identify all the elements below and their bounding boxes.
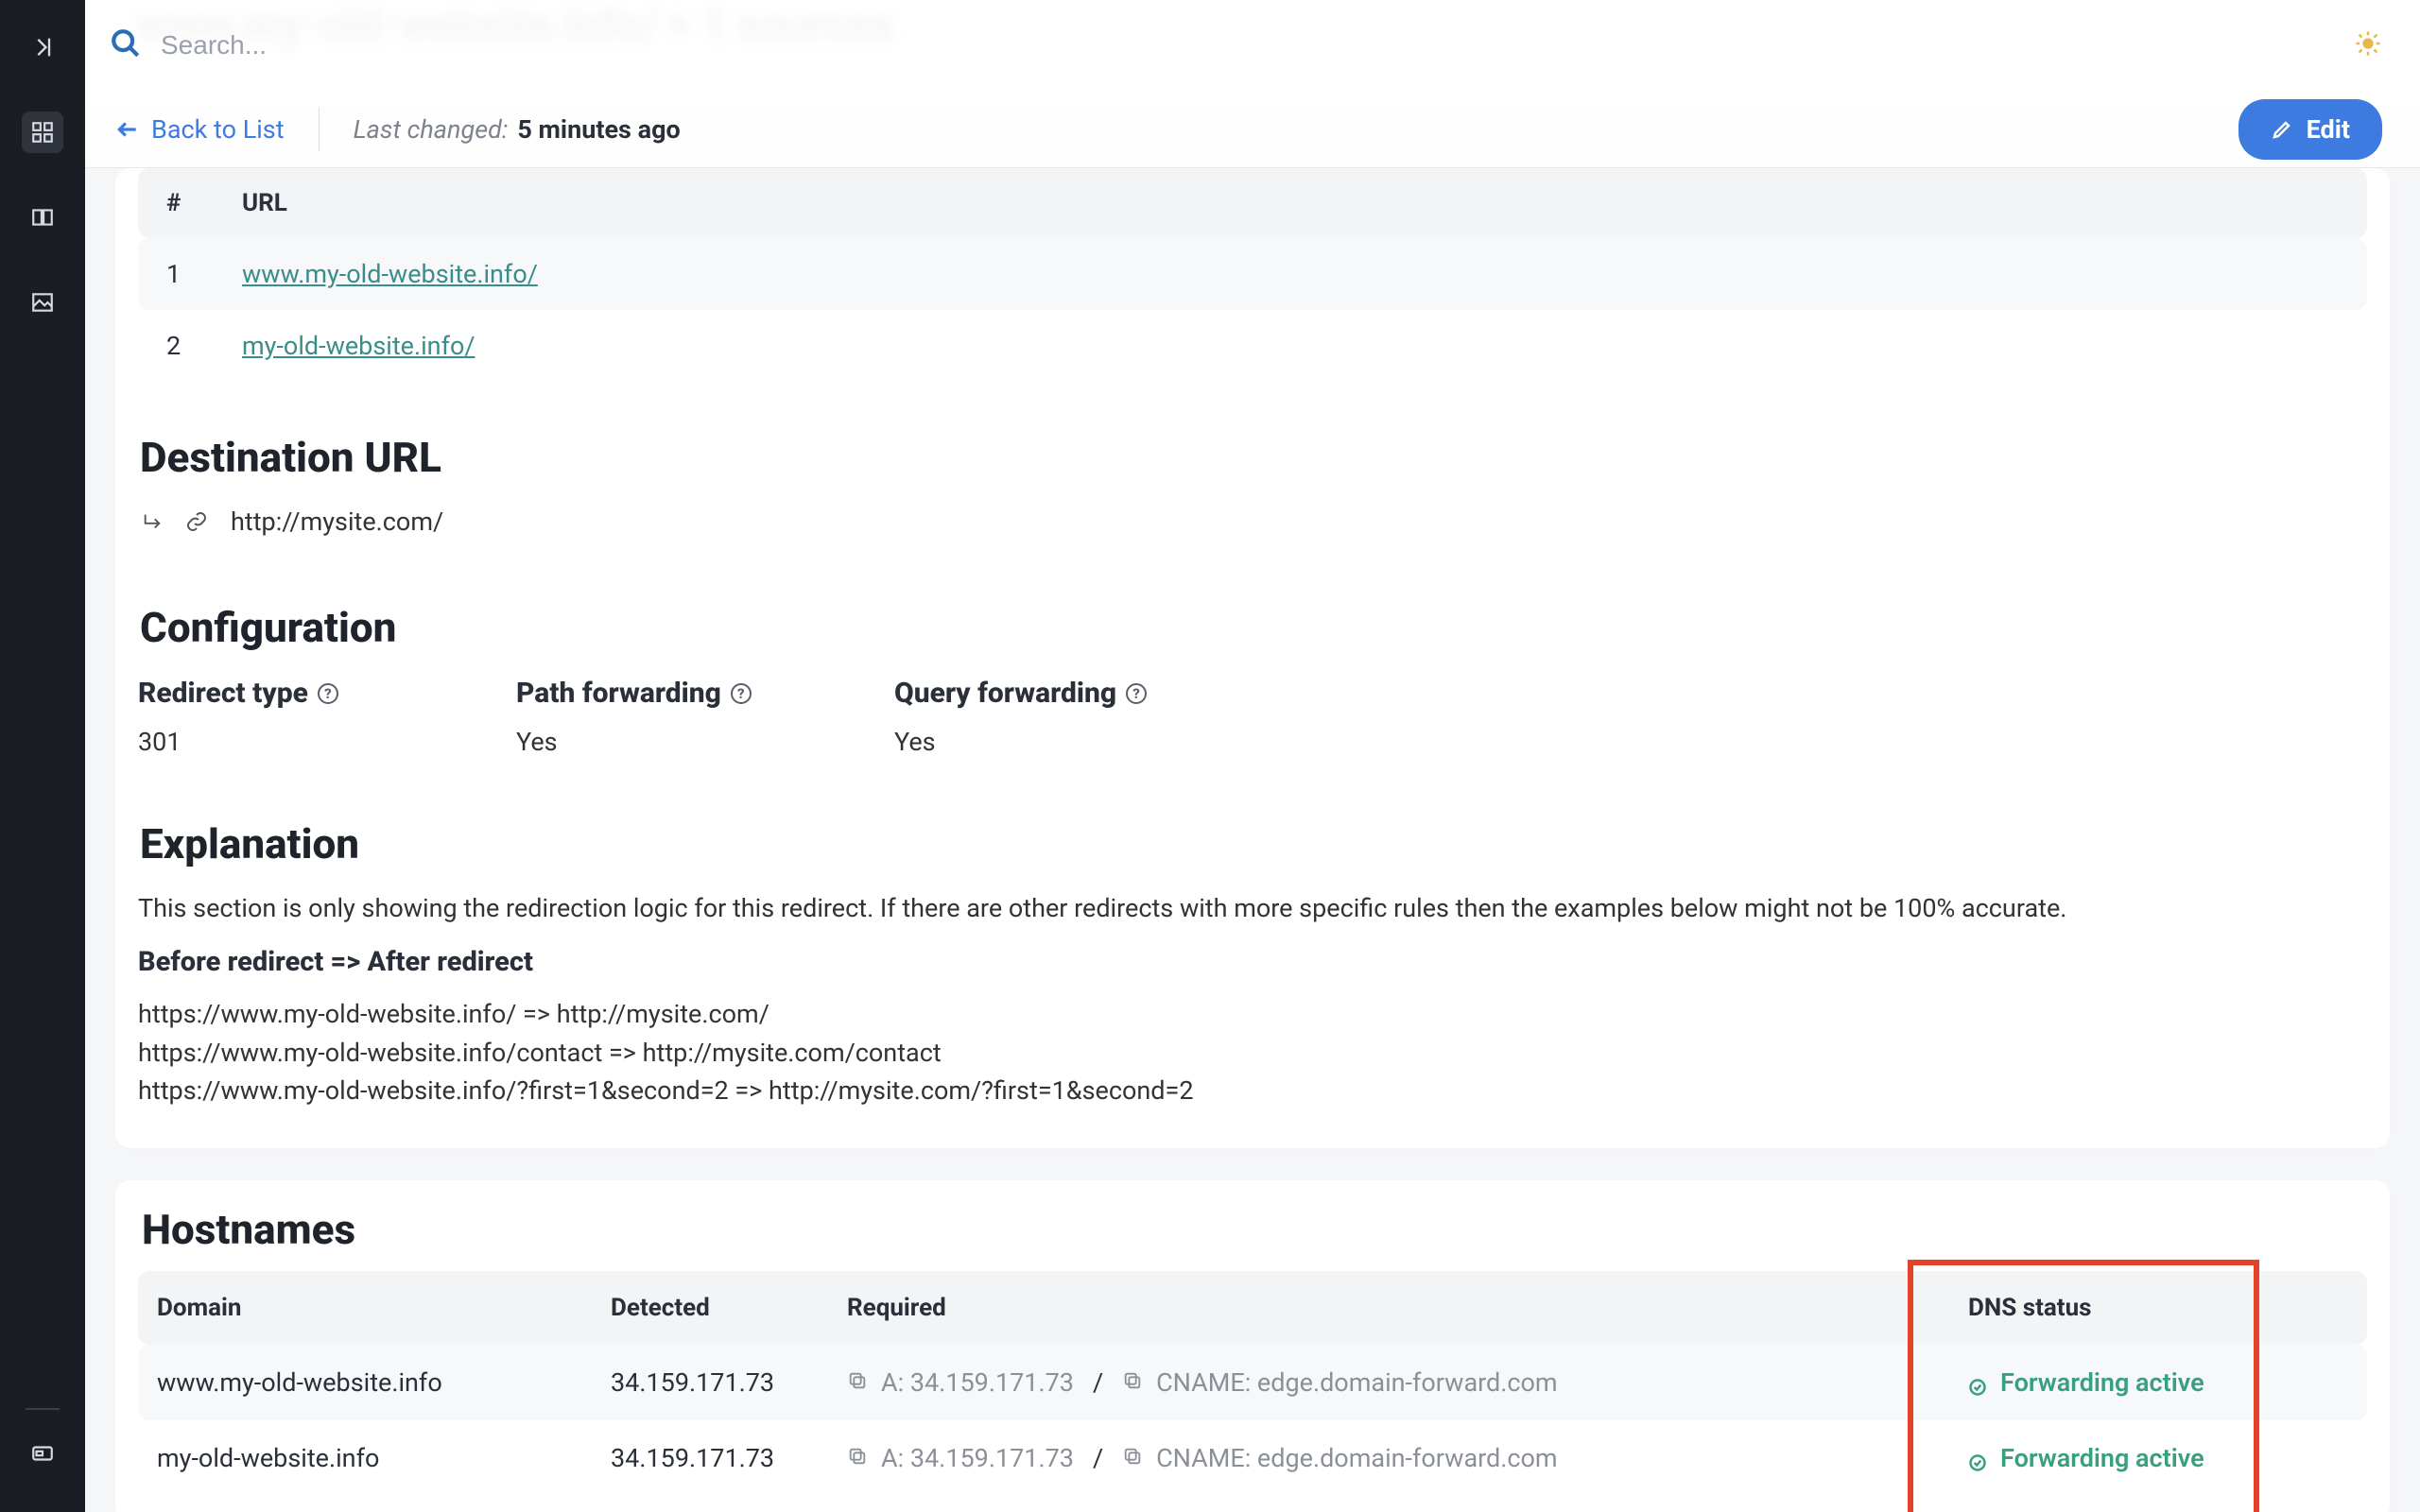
sun-icon xyxy=(2354,29,2382,58)
image-icon xyxy=(30,290,55,315)
hostnames-row: my-old-website.info 34.159.171.73 A: 34.… xyxy=(138,1420,2367,1496)
nav-images[interactable] xyxy=(22,282,63,323)
host-dns-status: Forwarding active xyxy=(1944,1367,2397,1398)
host-req-a: A: 34.159.171.73 xyxy=(881,1443,1074,1473)
slash: / xyxy=(1093,1443,1103,1473)
explanation-line: https://www.my-old-website.info/ => http… xyxy=(138,995,2367,1034)
explanation-intro: This section is only showing the redirec… xyxy=(138,893,2367,923)
configuration-title: Configuration xyxy=(138,603,2367,652)
hostnames-table-header: Domain Detected Required DNS status xyxy=(138,1271,2367,1345)
main-content: # URL 1 www.my-old-website.info/ 2 my-ol… xyxy=(85,0,2420,1512)
hostnames-col-domain: Domain xyxy=(157,1294,611,1322)
search-input[interactable] xyxy=(161,30,728,60)
nav-dashboard[interactable] xyxy=(22,112,63,153)
sources-row: 1 www.my-old-website.info/ xyxy=(138,238,2367,310)
back-to-list-label: Back to List xyxy=(151,114,285,145)
explanation-lines: https://www.my-old-website.info/ => http… xyxy=(138,995,2367,1110)
sources-row-url-link[interactable]: my-old-website.info/ xyxy=(242,331,2339,361)
explanation-line: https://www.my-old-website.info/contact … xyxy=(138,1034,2367,1073)
nav-divider xyxy=(26,1408,60,1410)
check-circle-icon xyxy=(1968,1449,1987,1468)
hostnames-card: Hostnames Domain Detected Required DNS s… xyxy=(115,1180,2390,1512)
config-value: 301 xyxy=(138,727,516,757)
host-req-cname: CNAME: edge.domain-forward.com xyxy=(1156,1367,1558,1398)
sources-row: 2 my-old-website.info/ xyxy=(138,310,2367,382)
host-detected: 34.159.171.73 xyxy=(611,1367,847,1398)
copy-icon[interactable] xyxy=(847,1367,868,1398)
pencil-icon xyxy=(2271,118,2293,141)
host-required: A: 34.159.171.73 / CNAME: edge.domain-fo… xyxy=(847,1367,1944,1398)
hostnames-col-required: Required xyxy=(847,1294,1944,1322)
search-icon[interactable] xyxy=(110,27,142,63)
host-domain: www.my-old-website.info xyxy=(157,1367,611,1398)
explanation-subheading: Before redirect => After redirect xyxy=(138,946,2367,978)
help-icon[interactable]: ? xyxy=(731,683,752,704)
host-dns-status: Forwarding active xyxy=(1944,1443,2397,1473)
nav-billing[interactable] xyxy=(22,1433,63,1474)
subbar: Back to List Last changed: 5 minutes ago… xyxy=(85,91,2420,168)
config-path-forwarding: Path forwarding? Yes xyxy=(516,677,894,757)
nav-docs[interactable] xyxy=(22,197,63,238)
book-icon xyxy=(30,205,55,230)
explanation-title: Explanation xyxy=(138,819,2367,868)
configuration-grid: Redirect type? 301 Path forwarding? Yes … xyxy=(138,677,2367,757)
sources-col-url: URL xyxy=(242,189,2339,217)
copy-icon[interactable] xyxy=(1122,1367,1143,1398)
config-value: Yes xyxy=(894,727,1272,757)
dashboard-icon xyxy=(30,120,55,145)
host-domain: my-old-website.info xyxy=(157,1443,611,1473)
back-to-list-link[interactable]: Back to List xyxy=(115,114,285,145)
chevron-right-bar-icon xyxy=(29,34,56,60)
sources-col-idx: # xyxy=(166,189,242,217)
host-req-a: A: 34.159.171.73 xyxy=(881,1367,1074,1398)
sources-row-url-link[interactable]: www.my-old-website.info/ xyxy=(242,259,2339,289)
host-dns-text: Forwarding active xyxy=(2000,1367,2204,1398)
config-redirect-type: Redirect type? 301 xyxy=(138,677,516,757)
hostnames-col-dns: DNS status xyxy=(1944,1294,2397,1322)
left-nav-rail xyxy=(0,0,85,1512)
copy-icon[interactable] xyxy=(1122,1443,1143,1473)
host-detected: 34.159.171.73 xyxy=(611,1443,847,1473)
explanation-line: https://www.my-old-website.info/?first=1… xyxy=(138,1072,2367,1110)
config-label: Query forwarding xyxy=(894,677,1116,710)
check-circle-icon xyxy=(1968,1373,1987,1392)
help-icon[interactable]: ? xyxy=(1126,683,1147,704)
last-changed-value: 5 minutes ago xyxy=(517,114,680,145)
hostnames-col-detected: Detected xyxy=(611,1294,847,1322)
destination-row: http://mysite.com/ xyxy=(138,507,2367,537)
subdirectory-arrow-icon xyxy=(142,511,163,532)
nav-toggle[interactable] xyxy=(22,26,63,68)
host-dns-text: Forwarding active xyxy=(2000,1443,2204,1473)
last-changed-label: Last changed: xyxy=(354,114,509,145)
hostnames-title: Hostnames xyxy=(140,1205,2367,1254)
sources-row-idx: 2 xyxy=(166,331,242,361)
arrow-left-icon xyxy=(115,117,140,142)
slash: / xyxy=(1093,1367,1103,1398)
destination-title: Destination URL xyxy=(138,433,2367,482)
edit-button[interactable]: Edit xyxy=(2238,99,2382,160)
theme-toggle[interactable] xyxy=(2354,29,2382,61)
topbar xyxy=(85,0,2420,91)
config-value: Yes xyxy=(516,727,894,757)
config-query-forwarding: Query forwarding? Yes xyxy=(894,677,1272,757)
sources-table-header: # URL xyxy=(138,168,2367,238)
copy-icon[interactable] xyxy=(847,1443,868,1473)
config-label: Redirect type xyxy=(138,677,308,710)
help-icon[interactable]: ? xyxy=(318,683,338,704)
wallet-icon xyxy=(30,1441,55,1466)
hostnames-row: www.my-old-website.info 34.159.171.73 A:… xyxy=(138,1345,2367,1420)
config-label: Path forwarding xyxy=(516,677,721,710)
host-req-cname: CNAME: edge.domain-forward.com xyxy=(1156,1443,1558,1473)
destination-url: http://mysite.com/ xyxy=(231,507,443,537)
sources-row-idx: 1 xyxy=(166,259,242,289)
host-required: A: 34.159.171.73 / CNAME: edge.domain-fo… xyxy=(847,1443,1944,1473)
edit-button-label: Edit xyxy=(2307,114,2350,145)
redirect-details-card: # URL 1 www.my-old-website.info/ 2 my-ol… xyxy=(115,168,2390,1148)
link-icon xyxy=(185,510,208,533)
subbar-divider xyxy=(319,108,320,151)
